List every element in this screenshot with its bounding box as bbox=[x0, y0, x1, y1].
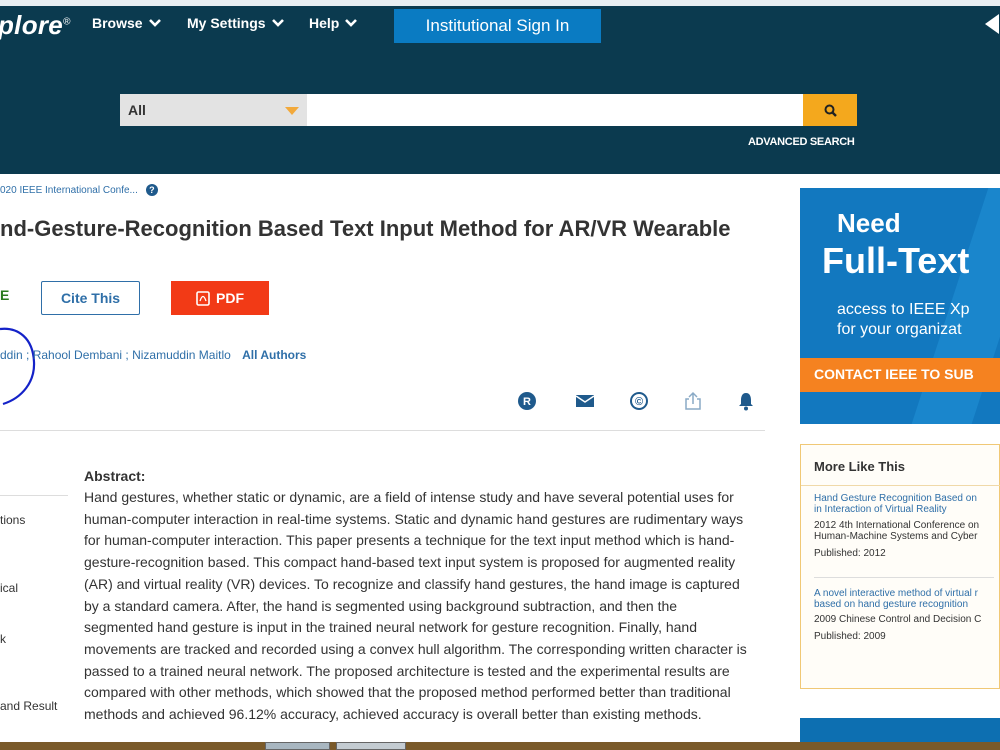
abstract-line: human-computer interaction in real-time … bbox=[84, 510, 744, 527]
search-scope-value: All bbox=[128, 102, 146, 118]
taskbar-button[interactable] bbox=[265, 742, 330, 750]
svg-text:©: © bbox=[635, 396, 643, 408]
related-article-title[interactable]: Hand Gesture Recognition Based on bbox=[814, 493, 977, 504]
ad-fulltext: Full-Text bbox=[822, 240, 970, 281]
left-nav-item[interactable]: k bbox=[0, 632, 6, 646]
more-like-this-panel: More Like This Hand Gesture Recognition … bbox=[800, 444, 1000, 689]
copyright-icon[interactable]: © bbox=[629, 391, 649, 411]
ad-need: Need bbox=[837, 208, 901, 238]
search-button[interactable] bbox=[803, 94, 857, 126]
hand-drawn-circle-annotation bbox=[0, 327, 36, 406]
nav-my-settings-label: My Settings bbox=[187, 15, 266, 31]
abstract-line: methods and achieved 96.12% accuracy, ac… bbox=[84, 706, 702, 723]
related-article-published: Published: 2012 bbox=[814, 548, 886, 559]
left-nav-item[interactable]: ical bbox=[0, 581, 18, 595]
ad-line: access to IEEE Xp bbox=[837, 301, 970, 318]
related-article-venue: Human-Machine Systems and Cyber bbox=[814, 531, 978, 542]
ad-access-text: access to IEEE Xp for your organizat bbox=[837, 300, 970, 340]
search-input[interactable] bbox=[307, 94, 803, 126]
institutional-sign-in-button[interactable]: Institutional Sign In bbox=[394, 9, 601, 43]
divider bbox=[0, 430, 765, 431]
divider bbox=[801, 485, 1000, 486]
caret-down-icon bbox=[285, 107, 299, 115]
left-nav-item[interactable]: tions bbox=[0, 513, 25, 527]
pdf-button[interactable]: PDF bbox=[171, 281, 269, 315]
authors-line: ddin ; Rahool Dembani ; Nizamuddin Maitl… bbox=[0, 348, 306, 362]
chevron-down-icon bbox=[148, 19, 161, 27]
site-header: plore® Browse My Settings Help Instituti… bbox=[0, 0, 1000, 174]
related-article-published: Published: 2009 bbox=[814, 631, 886, 642]
abstract-line: movements are tracked and recorded using… bbox=[84, 640, 747, 657]
help-icon[interactable]: ? bbox=[145, 184, 158, 196]
taskbar-button[interactable] bbox=[336, 742, 406, 750]
related-article-title[interactable]: in Interaction of Virtual Reality bbox=[814, 504, 947, 515]
xplore-logo[interactable]: plore® bbox=[0, 10, 71, 41]
related-article-title[interactable]: based on hand gesture recognition bbox=[814, 599, 968, 610]
pdf-label: PDF bbox=[216, 290, 244, 306]
pdf-icon bbox=[196, 290, 210, 306]
back-arrow-icon[interactable] bbox=[985, 14, 999, 34]
abstract-line: by a standard camera. After, the hand is… bbox=[84, 597, 678, 614]
nav-my-settings[interactable]: My Settings bbox=[187, 15, 284, 31]
nav-help[interactable]: Help bbox=[309, 15, 358, 31]
search-scope-select[interactable]: All bbox=[120, 94, 307, 126]
abstract-line: compared with other methods, which showe… bbox=[84, 684, 731, 701]
breadcrumb: 020 IEEE International Confe... ? bbox=[0, 184, 158, 196]
abstract-line: Hand gestures, whether static or dynamic… bbox=[84, 489, 734, 505]
more-like-this-heading: More Like This bbox=[814, 459, 906, 474]
chevron-down-icon bbox=[271, 19, 284, 27]
advanced-search-link[interactable]: ADVANCED SEARCH bbox=[748, 136, 855, 148]
search-icon bbox=[824, 104, 837, 117]
top-strip bbox=[0, 0, 1000, 6]
left-nav-item[interactable]: and Result bbox=[0, 699, 57, 713]
all-authors-link[interactable]: All Authors bbox=[242, 348, 306, 362]
ad-line: for your organizat bbox=[837, 321, 962, 338]
search-bar: All bbox=[120, 94, 857, 126]
nav-browse[interactable]: Browse bbox=[92, 15, 161, 31]
rights-icon[interactable]: R bbox=[517, 391, 537, 411]
chevron-down-icon bbox=[345, 19, 358, 27]
abstract-line: gesture-recognition based. This compact … bbox=[84, 554, 736, 571]
nav-browse-label: Browse bbox=[92, 15, 143, 31]
abstract-heading: Abstract: bbox=[84, 468, 146, 484]
abstract-text: Hand gestures, whether static or dynamic… bbox=[84, 487, 764, 726]
divider bbox=[814, 577, 994, 578]
email-icon[interactable] bbox=[575, 391, 595, 411]
nav-help-label: Help bbox=[309, 15, 340, 31]
abstract-line: for human-computer interaction. This pap… bbox=[84, 532, 735, 549]
contact-ieee-button[interactable]: CONTACT IEEE TO SUB bbox=[800, 358, 1000, 392]
svg-text:R: R bbox=[523, 396, 531, 408]
author-names[interactable]: ddin ; Rahool Dembani ; Nizamuddin Maitl… bbox=[0, 348, 231, 362]
page-title: nd-Gesture-Recognition Based Text Input … bbox=[0, 216, 731, 241]
full-text-access-ad[interactable]: Need Full-Text access to IEEE Xp for you… bbox=[800, 188, 1000, 424]
abstract-line: passed to a trained neural network. The … bbox=[84, 662, 730, 679]
cite-this-button[interactable]: Cite This bbox=[41, 281, 140, 315]
breadcrumb-conference-link[interactable]: 020 IEEE International Confe... bbox=[0, 185, 138, 196]
related-article-venue: 2012 4th International Conference on bbox=[814, 520, 980, 531]
left-nav-divider bbox=[0, 495, 68, 496]
related-article-title[interactable]: A novel interactive method of virtual r bbox=[814, 588, 978, 599]
abstract-line: segmented hand gesture is input in the t… bbox=[84, 619, 697, 636]
abstract-line: (AR) and virtual reality (VR) devices. T… bbox=[84, 575, 740, 592]
alert-bell-icon[interactable] bbox=[736, 391, 756, 411]
share-icon[interactable] bbox=[683, 391, 703, 411]
os-taskbar bbox=[0, 742, 1000, 750]
related-article-venue: 2009 Chinese Control and Decision C bbox=[814, 614, 982, 625]
access-label: E bbox=[0, 287, 10, 303]
